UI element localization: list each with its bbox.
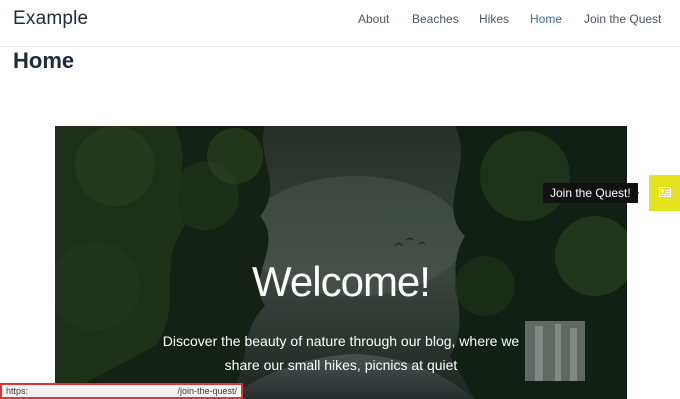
nav-item-hikes[interactable]: Hikes: [479, 12, 509, 26]
join-quest-tooltip: Join the Quest!: [543, 183, 638, 203]
nav-item-beaches[interactable]: Beaches: [412, 12, 459, 26]
hero-heading: Welcome!: [252, 258, 431, 305]
hero-description: Discover the beauty of nature through ou…: [162, 333, 520, 373]
link-status-bar: https: /join-the-quest/: [0, 383, 243, 399]
main-nav: About Beaches Hikes Home Join the Quest: [0, 12, 680, 28]
join-quest-floating-button[interactable]: [649, 175, 680, 211]
contact-card-icon: [659, 187, 671, 197]
nav-item-home[interactable]: Home: [530, 12, 562, 26]
nav-item-about[interactable]: About: [358, 12, 389, 26]
tooltip-arrow: [634, 188, 639, 198]
status-url-path: /join-the-quest/: [177, 386, 237, 396]
status-url-scheme: https:: [6, 386, 29, 396]
nav-item-join-the-quest[interactable]: Join the Quest: [584, 12, 661, 26]
site-header: Example About Beaches Hikes Home Join th…: [0, 0, 680, 47]
page-title: Home: [13, 48, 75, 73]
hero-cover: Welcome! Discover the beauty of nature t…: [55, 126, 627, 399]
